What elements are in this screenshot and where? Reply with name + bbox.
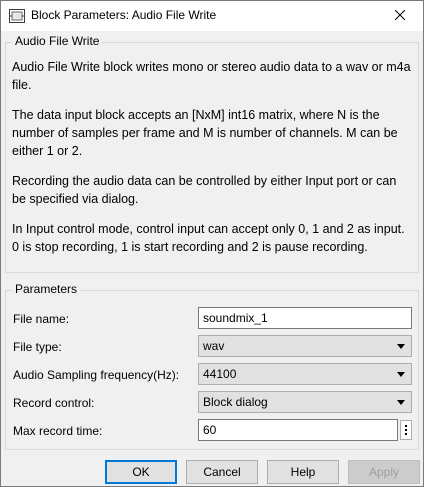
description-paragraph: In Input control mode, control input can… bbox=[12, 222, 405, 254]
file-type-value: wav bbox=[203, 339, 225, 353]
file-name-input[interactable] bbox=[198, 307, 412, 329]
parameters-group-title: Parameters bbox=[12, 282, 81, 296]
record-control-value: Block dialog bbox=[203, 395, 268, 409]
max-record-time-label: Max record time: bbox=[13, 424, 103, 438]
record-control-dropdown[interactable]: Block dialog bbox=[198, 391, 412, 413]
vertical-dots-icon bbox=[405, 425, 407, 427]
description-paragraph: The data input block accepts an [NxM] in… bbox=[12, 108, 398, 158]
help-button[interactable]: Help bbox=[267, 460, 339, 484]
file-name-label: File name: bbox=[13, 312, 70, 326]
vertical-dots-icon bbox=[405, 433, 407, 435]
file-type-label: File type: bbox=[13, 340, 62, 354]
chevron-down-icon bbox=[397, 344, 405, 349]
dialog-window: Block Parameters: Audio File Write Audio… bbox=[0, 0, 424, 487]
description-group: Audio File Write Audio File Write block … bbox=[5, 34, 419, 273]
file-type-dropdown[interactable]: wav bbox=[198, 335, 412, 357]
window-title: Block Parameters: Audio File Write bbox=[31, 8, 217, 22]
description-paragraph: Recording the audio data can be controll… bbox=[12, 174, 397, 206]
simulink-block-icon bbox=[9, 9, 25, 23]
chevron-down-icon bbox=[397, 372, 405, 377]
description-group-title: Audio File Write bbox=[12, 34, 103, 48]
sampling-frequency-dropdown[interactable]: 44100 bbox=[198, 363, 412, 385]
record-control-label: Record control: bbox=[13, 396, 95, 410]
more-options-button[interactable] bbox=[400, 420, 412, 440]
sampling-frequency-value: 44100 bbox=[203, 367, 237, 381]
max-record-time-input[interactable] bbox=[198, 419, 398, 441]
apply-button[interactable]: Apply bbox=[348, 460, 420, 484]
title-bar: Block Parameters: Audio File Write bbox=[1, 1, 423, 31]
sampling-frequency-label: Audio Sampling frequency(Hz): bbox=[13, 368, 180, 382]
ok-button[interactable]: OK bbox=[105, 460, 177, 484]
chevron-down-icon bbox=[397, 400, 405, 405]
vertical-dots-icon bbox=[405, 429, 407, 431]
description-text: Audio File Write block writes mono or st… bbox=[12, 58, 412, 268]
close-icon bbox=[394, 9, 406, 23]
description-paragraph: Audio File Write block writes mono or st… bbox=[12, 60, 411, 92]
close-button[interactable] bbox=[377, 1, 423, 31]
cancel-button[interactable]: Cancel bbox=[186, 460, 258, 484]
